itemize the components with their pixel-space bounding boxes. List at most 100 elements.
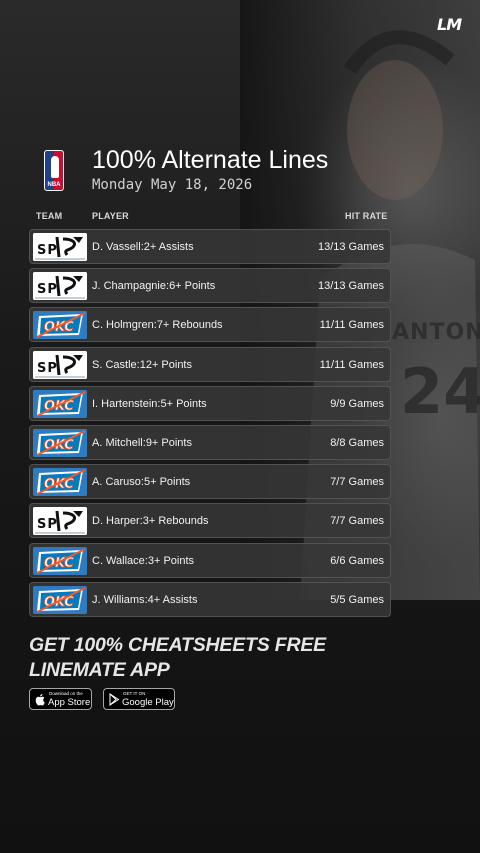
svg-text:OKC: OKC — [44, 477, 74, 492]
team-logo: OKC — [33, 585, 87, 614]
thunder-logo-icon: OKC — [33, 389, 87, 418]
prop-line: 2+ Assists — [143, 241, 194, 253]
hit-rate: 5/5 Games — [330, 593, 384, 606]
player-name: A. Mitchell — [92, 436, 143, 449]
nba-logo: NBA — [44, 150, 64, 191]
google-play-icon — [109, 693, 120, 706]
player-prop: A. Mitchell:9+ Points — [92, 437, 192, 449]
table-row: OKC C. Holmgren:7+ Rebounds 11/11 Games — [29, 307, 391, 343]
svg-text:SP: SP — [37, 243, 58, 258]
player-prop: J. Williams:4+ Assists — [92, 594, 197, 606]
team-logo: OKC — [33, 546, 87, 575]
google-play-button[interactable]: GET IT ON Google Play — [103, 688, 175, 710]
team-logo: OKC — [33, 389, 87, 418]
column-header-player: PLAYER — [92, 211, 129, 221]
player-name: I. Hartenstein — [92, 397, 158, 410]
player-name: C. Wallace — [92, 554, 145, 567]
spurs-logo-icon: SP — [33, 507, 87, 536]
prop-list: SP D. Vassell:2+ Assists 13/13 Games SP J. C… — [29, 229, 391, 621]
svg-text:OKC: OKC — [44, 399, 74, 414]
player-name: D. Vassell — [92, 241, 141, 253]
prop-line: 6+ Points — [169, 280, 216, 293]
cta-headline: GET 100% CHEATSHEETS FREE LINEMATE APP — [29, 633, 429, 683]
svg-text:OKC: OKC — [44, 595, 74, 610]
table-row: SP D. Vassell:2+ Assists 13/13 Games — [29, 229, 391, 264]
jersey-text: ANTONI — [392, 320, 480, 345]
player-name: A. Caruso — [92, 476, 141, 489]
team-logo: SP — [33, 350, 87, 379]
team-logo: OKC — [33, 468, 87, 497]
svg-text:SP: SP — [37, 517, 58, 532]
table-row: OKC A. Caruso:5+ Points 7/7 Games — [29, 464, 391, 500]
app-store-label: App Store — [48, 697, 91, 708]
table-row: SP D. Harper:3+ Rebounds 7/7 Games — [29, 503, 391, 539]
team-logo: SP — [33, 507, 87, 536]
page-title: 100% Alternate Lines — [92, 146, 329, 174]
svg-text:OKC: OKC — [44, 438, 74, 453]
hit-rate: 9/9 Games — [330, 397, 384, 410]
team-logo: OKC — [33, 428, 87, 457]
thunder-logo-icon: OKC — [33, 585, 87, 614]
svg-text:OKC: OKC — [44, 556, 74, 571]
spurs-logo-icon: SP — [33, 272, 87, 301]
prop-line: 12+ Points — [139, 358, 192, 371]
player-prop: D. Harper:3+ Rebounds — [92, 515, 209, 527]
column-header-hit-rate: HIT RATE — [345, 211, 388, 221]
table-row: OKC J. Williams:4+ Assists 5/5 Games — [29, 581, 391, 617]
hit-rate: 11/11 Games — [319, 319, 384, 332]
cta-line-1: GET 100% CHEATSHEETS FREE — [29, 634, 326, 656]
hit-rate: 6/6 Games — [330, 554, 384, 567]
prop-line: 5+ Points — [143, 476, 191, 489]
player-name: J. Champagnie — [92, 280, 166, 293]
prop-line: 5+ Points — [160, 397, 207, 410]
app-store-small-text: Download on the — [49, 691, 83, 696]
hit-rate: 8/8 Games — [330, 436, 384, 449]
table-row: OKC I. Hartenstein:5+ Points 9/9 Games — [29, 385, 391, 421]
table-row: OKC C. Wallace:3+ Points 6/6 Games — [29, 542, 391, 578]
prop-line: 3+ Rebounds — [142, 515, 209, 528]
google-play-small-text: GET IT ON — [123, 691, 146, 696]
prop-line: 3+ Points — [147, 554, 195, 567]
player-prop: I. Hartenstein:5+ Points — [92, 398, 207, 410]
thunder-logo-icon: OKC — [33, 468, 87, 497]
google-play-label: Google Play — [122, 697, 174, 708]
thunder-logo-icon: OKC — [33, 428, 87, 457]
player-prop: J. Champagnie:6+ Points — [92, 280, 215, 292]
team-logo: SP — [33, 233, 87, 261]
player-name: D. Harper — [92, 515, 140, 528]
player-prop: C. Holmgren:7+ Rebounds — [92, 319, 223, 331]
svg-text:SP: SP — [37, 361, 58, 376]
spurs-logo-icon: SP — [33, 350, 87, 379]
app-store-button[interactable]: Download on the App Store — [29, 688, 92, 710]
player-prop: A. Caruso:5+ Points — [92, 476, 190, 488]
brand-logo: LM — [437, 15, 462, 34]
hit-rate: 7/7 Games — [330, 515, 384, 528]
hit-rate: 13/13 Games — [317, 241, 384, 253]
apple-icon — [35, 694, 45, 706]
hit-rate: 7/7 Games — [330, 476, 384, 489]
team-logo: SP — [33, 272, 87, 301]
prop-line: 9+ Points — [145, 436, 192, 449]
player-prop: D. Vassell:2+ Assists — [92, 241, 194, 253]
table-row: OKC A. Mitchell:9+ Points 8/8 Games — [29, 424, 391, 460]
player-prop: S. Castle:12+ Points — [92, 359, 192, 371]
prop-line: 7+ Rebounds — [156, 319, 223, 332]
hit-rate: 11/11 Games — [319, 358, 384, 371]
table-row: SP J. Champagnie:6+ Points 13/13 Games — [29, 268, 391, 304]
prop-line: 4+ Assists — [147, 593, 198, 606]
svg-text:SP: SP — [37, 282, 58, 297]
jersey-number: 24 — [400, 355, 480, 428]
player-name: J. Williams — [92, 593, 145, 606]
table-row: SP S. Castle:12+ Points 11/11 Games — [29, 346, 391, 382]
player-name: C. Holmgren — [92, 319, 154, 332]
column-header-team: TEAM — [36, 211, 63, 221]
thunder-logo-icon: OKC — [33, 546, 87, 575]
page-date: Monday May 18, 2026 — [92, 177, 253, 193]
svg-text:OKC: OKC — [44, 320, 74, 335]
player-prop: C. Wallace:3+ Points — [92, 555, 194, 567]
thunder-logo-icon: OKC — [33, 311, 87, 340]
player-name: S. Castle — [92, 358, 137, 371]
spurs-logo-icon: SP — [33, 233, 87, 261]
hit-rate: 13/13 Games — [317, 280, 384, 293]
team-logo: OKC — [33, 311, 87, 340]
